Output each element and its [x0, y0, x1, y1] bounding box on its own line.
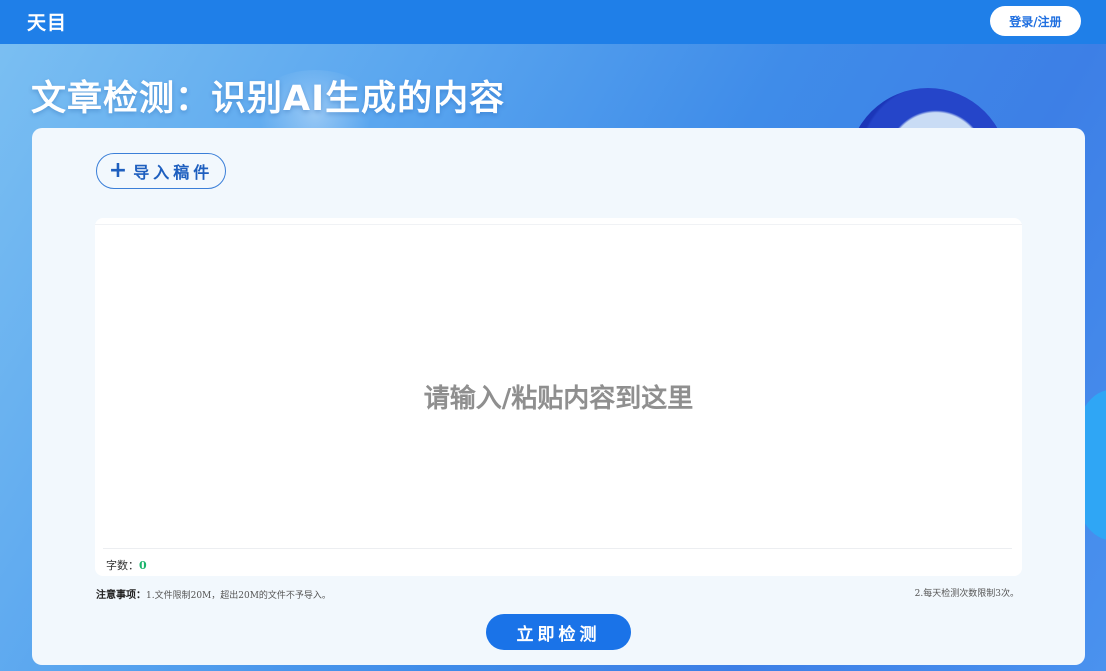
content-input[interactable]: [95, 224, 1022, 548]
page-title: 文章检测：识别AI生成的内容: [31, 79, 506, 119]
editor-divider: [103, 548, 1012, 549]
plus-icon: +: [108, 158, 128, 183]
notes-label: 注意事项：: [96, 590, 146, 601]
note-daily-limit: 2.每天检测次数限制3次。: [914, 589, 1019, 599]
word-count-label: 字数：: [106, 559, 139, 572]
word-count: 字数：0: [106, 557, 147, 573]
import-manuscript-button[interactable]: + 导入稿件: [96, 153, 226, 189]
login-register-button[interactable]: 登录/注册: [990, 6, 1081, 36]
notes-primary: 注意事项：1.文件限制20M，超出20M的文件不予导入。: [96, 586, 331, 601]
detect-now-button[interactable]: 立即检测: [486, 614, 631, 650]
word-count-value: 0: [139, 559, 147, 572]
top-navbar: 天目 登录/注册: [0, 0, 1106, 44]
detection-card: + 导入稿件 请输入/粘贴内容到这里 字数：0 注意事项：1.文件限制20M，超…: [32, 128, 1085, 665]
import-button-label: 导入稿件: [133, 163, 214, 182]
note-file-limit: 1.文件限制20M，超出20M的文件不予导入。: [146, 591, 331, 601]
text-editor-container: 请输入/粘贴内容到这里 字数：0: [95, 218, 1022, 576]
logo[interactable]: 天目: [27, 8, 67, 35]
